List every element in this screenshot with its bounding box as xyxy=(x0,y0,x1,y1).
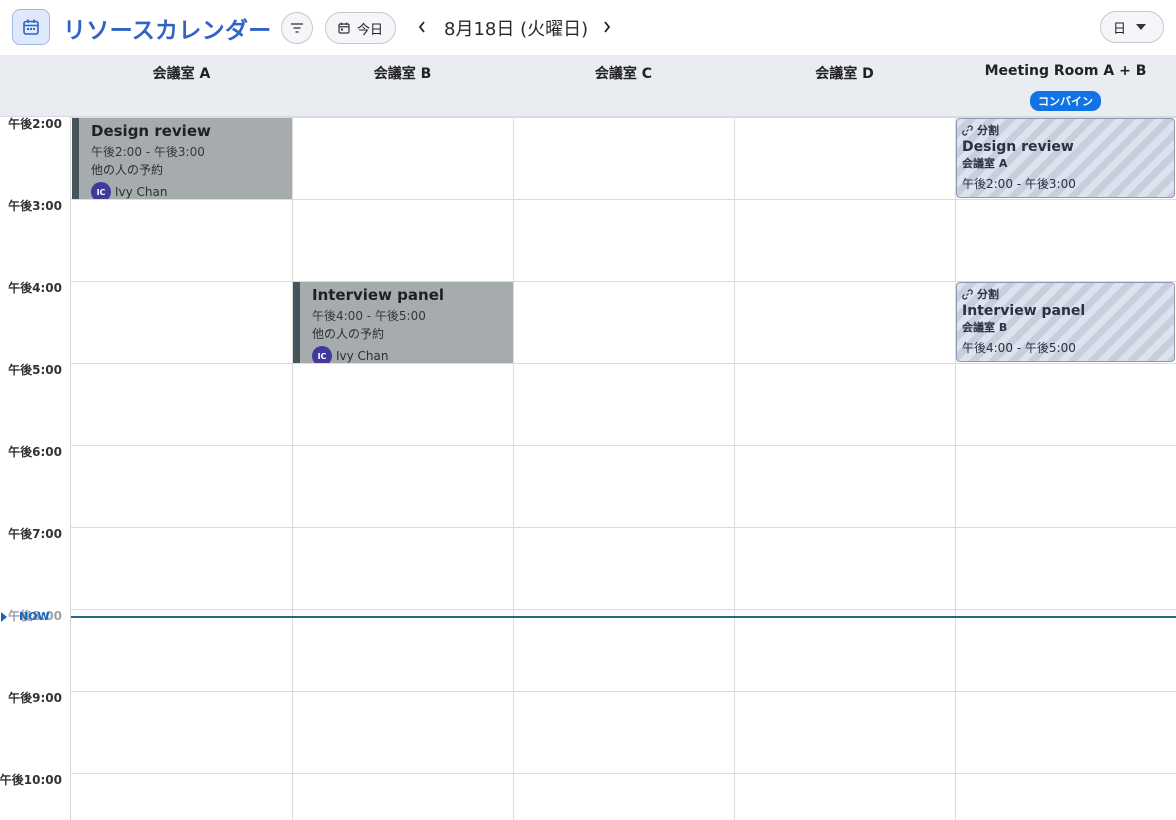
filter-icon xyxy=(291,23,303,33)
event-time: 午後4:00 - 午後5:00 xyxy=(312,309,426,323)
now-label: NOW xyxy=(19,610,50,623)
hour-line xyxy=(71,609,1176,610)
split-tag: 分割 xyxy=(962,286,1169,302)
chevron-left-icon xyxy=(418,21,425,33)
view-mode-select[interactable]: 日 xyxy=(1100,11,1164,43)
resource-header-room-c: 会議室 C xyxy=(513,55,734,117)
next-day-button[interactable] xyxy=(595,14,619,40)
today-button[interactable]: 今日 xyxy=(325,12,396,44)
link-icon xyxy=(962,288,973,300)
event-note: 他の人の予約 xyxy=(91,163,164,177)
combine-badge: コンバイン xyxy=(1030,91,1101,111)
column-divider xyxy=(955,117,956,820)
avatar: IC xyxy=(91,182,111,199)
resource-name: 会議室 A xyxy=(152,66,211,82)
split-time: 午後2:00 - 午後3:00 xyxy=(962,177,1076,191)
split-time: 午後4:00 - 午後5:00 xyxy=(962,341,1076,355)
resource-header-room-d: 会議室 D xyxy=(734,55,955,117)
split-tag: 分割 xyxy=(962,122,1169,138)
time-label: 午後3:00 xyxy=(8,199,62,213)
now-indicator: NOW xyxy=(0,609,71,625)
view-mode-value: 日 xyxy=(1113,21,1127,37)
resource-header: 会議室 A 会議室 B 会議室 C 会議室 D Meeting Room A +… xyxy=(0,55,1176,117)
resource-name: 会議室 C xyxy=(594,66,653,82)
resource-header-room-ab: Meeting Room A + B コンバイン xyxy=(955,55,1176,117)
now-arrow-icon xyxy=(1,612,7,622)
calendar-small-icon xyxy=(338,22,350,34)
now-line xyxy=(71,616,1176,618)
previous-day-button[interactable] xyxy=(410,14,434,40)
toolbar: リソースカレンダー 今日 8月18日 (火曜日) 日 xyxy=(0,0,1176,55)
event-design-review[interactable]: Design review 午後2:00 - 午後3:00 他の人の予約 IC … xyxy=(72,118,292,199)
time-label: 午後2:00 xyxy=(8,117,62,131)
resource-name: 会議室 B xyxy=(373,66,432,82)
hour-line xyxy=(71,691,1176,692)
avatar: IC xyxy=(312,346,332,363)
resource-name: Meeting Room A + B xyxy=(984,63,1147,79)
caret-down-icon xyxy=(1136,24,1147,30)
resource-header-room-a: 会議室 A xyxy=(71,55,292,117)
resource-name: 会議室 D xyxy=(815,66,874,82)
time-label: 午後5:00 xyxy=(8,363,62,377)
time-grid: 午後2:00 午後3:00 午後4:00 午後5:00 午後6:00 午後7:0… xyxy=(0,117,1176,820)
calendar-icon[interactable] xyxy=(12,9,50,45)
split-event-interview-panel[interactable]: 分割 Interview panel 会議室 B 午後4:00 - 午後5:00 xyxy=(956,282,1175,362)
event-user: IC Ivy Chan xyxy=(91,182,280,199)
time-gutter: 午後2:00 午後3:00 午後4:00 午後5:00 午後6:00 午後7:0… xyxy=(0,117,71,820)
split-room: 会議室 B xyxy=(962,321,1008,334)
split-title: Interview panel xyxy=(962,303,1086,319)
event-time: 午後2:00 - 午後3:00 xyxy=(91,145,205,159)
event-user-name: Ivy Chan xyxy=(336,349,389,363)
column-divider xyxy=(513,117,514,820)
filter-button[interactable] xyxy=(281,12,313,44)
split-room: 会議室 A xyxy=(962,157,1008,170)
hour-line xyxy=(71,527,1176,528)
hour-line xyxy=(71,445,1176,446)
time-label: 午後10:00 xyxy=(0,773,62,787)
time-label: 午後4:00 xyxy=(8,281,62,295)
chevron-right-icon xyxy=(604,21,611,33)
current-date: 8月18日 (火曜日) xyxy=(444,19,589,40)
hour-line xyxy=(71,773,1176,774)
today-label: 今日 xyxy=(356,22,383,38)
time-label: 午後9:00 xyxy=(8,691,62,705)
split-label: 分割 xyxy=(977,288,999,301)
event-interview-panel[interactable]: Interview panel 午後4:00 - 午後5:00 他の人の予約 I… xyxy=(293,282,513,363)
split-title: Design review xyxy=(962,139,1074,155)
split-event-design-review[interactable]: 分割 Design review 会議室 A 午後2:00 - 午後3:00 xyxy=(956,118,1175,198)
link-icon xyxy=(962,124,973,136)
column-divider xyxy=(292,117,293,820)
hour-line xyxy=(71,363,1176,364)
split-label: 分割 xyxy=(977,124,999,137)
hour-line xyxy=(71,199,1176,200)
event-title: Interview panel xyxy=(312,286,445,304)
column-divider xyxy=(734,117,735,820)
resource-header-room-b: 会議室 B xyxy=(292,55,513,117)
app-title: リソースカレンダー xyxy=(63,18,272,44)
event-user-name: Ivy Chan xyxy=(115,185,168,199)
event-title: Design review xyxy=(91,122,211,140)
resource-calendar-app: リソースカレンダー 今日 8月18日 (火曜日) 日 会議室 A 会議室 B 会… xyxy=(0,0,1176,820)
event-note: 他の人の予約 xyxy=(312,327,385,341)
event-user: IC Ivy Chan xyxy=(312,346,501,363)
time-label: 午後6:00 xyxy=(8,445,62,459)
time-label: 午後7:00 xyxy=(8,527,62,541)
